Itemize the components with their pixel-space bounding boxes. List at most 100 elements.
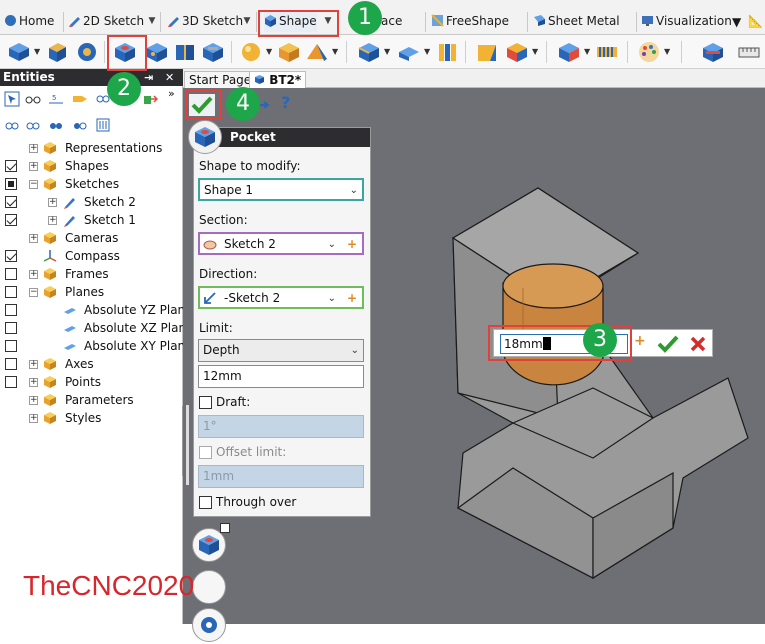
sphere-icon[interactable] (238, 39, 264, 65)
tag-icon[interactable] (72, 91, 88, 107)
dimension-icon[interactable]: 5 (48, 91, 64, 107)
tab-2d-sketch[interactable]: 2D Sketch ▼ (68, 11, 155, 32)
tab-menu-icon[interactable]: ▼ (241, 12, 253, 31)
visibility-checkbox[interactable] (5, 196, 17, 208)
visibility-checkbox[interactable] (5, 340, 17, 352)
collapse-icon[interactable]: − (29, 180, 38, 189)
draft-input[interactable]: 1° (198, 415, 364, 438)
visibility-checkbox[interactable] (5, 304, 17, 316)
expand-icon[interactable]: + (29, 270, 38, 279)
dropdown-icon[interactable]: ▼ (34, 47, 40, 56)
expand-icon[interactable]: + (29, 396, 38, 405)
depth-input[interactable]: 12mm (198, 365, 364, 388)
add-icon[interactable]: + (347, 288, 357, 309)
visibility-checkbox[interactable] (5, 322, 17, 334)
visibility-checkbox[interactable] (5, 160, 17, 172)
pocket-mode-button[interactable] (192, 528, 226, 562)
slot-icon[interactable] (200, 39, 226, 65)
visibility-checkbox[interactable] (5, 376, 17, 388)
offset-limit-checkbox[interactable] (199, 446, 212, 459)
visibility-checkbox[interactable] (5, 214, 17, 226)
collapse-icon[interactable]: − (29, 288, 38, 297)
dropdown-icon[interactable]: ▼ (664, 47, 670, 56)
box-icon[interactable] (276, 39, 302, 65)
filter-icon[interactable] (95, 117, 111, 133)
boolean-icon[interactable] (556, 39, 582, 65)
dropdown-icon[interactable]: ▼ (384, 47, 390, 56)
help-icon[interactable]: ? (281, 93, 290, 112)
dropdown-icon[interactable]: ▼ (532, 47, 538, 56)
fillet-icon[interactable] (356, 39, 382, 65)
direction-select[interactable]: -Sketch 2 ⌄ + (198, 286, 364, 309)
dropdown-icon[interactable]: ▼ (424, 47, 430, 56)
expand-icon[interactable]: + (29, 378, 38, 387)
visibility-checkbox[interactable] (5, 358, 17, 370)
plane-icon (64, 326, 76, 332)
section-select[interactable]: Sketch 2 ⌄ + (198, 232, 364, 255)
visibility-checkbox[interactable] (5, 250, 17, 262)
shape-to-modify-select[interactable]: Shape 1 ⌄ (198, 178, 364, 201)
more-tools-icon[interactable]: » (168, 87, 175, 100)
expand-icon[interactable]: + (29, 360, 38, 369)
dialog-scrollbar[interactable] (186, 405, 189, 485)
sketch-pencil-icon (64, 216, 75, 227)
mode-checkbox[interactable] (220, 523, 230, 533)
offset-limit-input[interactable]: 1mm (198, 465, 364, 488)
through-over-checkbox[interactable] (199, 496, 212, 509)
sweep-icon[interactable] (74, 39, 100, 65)
hole-icon[interactable] (144, 39, 170, 65)
hide-all-icon[interactable] (25, 117, 41, 133)
expand-icon[interactable]: + (29, 162, 38, 171)
close-icon[interactable]: ✕ (165, 69, 174, 86)
settings-button[interactable] (192, 608, 226, 642)
measure-icon[interactable] (736, 39, 762, 65)
solid-icon[interactable] (700, 39, 726, 65)
revolve-icon[interactable] (6, 39, 32, 65)
accept-check-icon[interactable] (656, 334, 680, 354)
ribbon-extra-icon[interactable]: 📐 (748, 11, 763, 32)
expand-icon[interactable]: + (48, 198, 57, 207)
tab-freeshape[interactable]: FreeShape (431, 11, 509, 32)
tab-sheet-metal[interactable]: Sheet Metal (533, 11, 620, 32)
expand-icon[interactable]: + (29, 234, 38, 243)
cancel-x-icon[interactable] (688, 334, 708, 354)
pin-icon[interactable]: ⇥ (144, 69, 153, 86)
add-icon[interactable]: + (634, 333, 646, 349)
visibility-checkbox[interactable] (5, 178, 17, 190)
shell-icon[interactable] (434, 39, 460, 65)
extrude-icon[interactable] (44, 39, 70, 65)
add-icon[interactable]: + (347, 234, 357, 255)
split-icon[interactable] (504, 39, 530, 65)
expand-icon[interactable]: + (29, 144, 38, 153)
hide-selected-icon[interactable] (72, 117, 88, 133)
show-all-icon[interactable] (4, 117, 20, 133)
export-icon[interactable] (142, 91, 158, 107)
draft-checkbox[interactable] (199, 396, 212, 409)
visibility-checkbox[interactable] (5, 268, 17, 280)
visibility-checkbox[interactable] (5, 286, 17, 298)
groove-icon[interactable] (172, 39, 198, 65)
draft-icon[interactable] (474, 39, 500, 65)
tab-home[interactable]: Home (4, 11, 54, 32)
show-selected-icon[interactable] (48, 117, 64, 133)
tab-menu-icon[interactable]: ▼ (146, 12, 158, 31)
thread-icon[interactable] (594, 39, 620, 65)
tab-surface[interactable]: ace (381, 11, 402, 32)
chamfer-icon[interactable] (396, 39, 422, 65)
expand-icon[interactable]: + (29, 414, 38, 423)
dropdown-icon[interactable]: ▼ (266, 47, 272, 56)
tab-visualization[interactable]: Visualization (641, 11, 732, 32)
dropdown-icon[interactable]: ▼ (332, 47, 338, 56)
ribbon-overflow-icon[interactable]: ▼ (732, 12, 741, 33)
glasses-icon[interactable] (25, 91, 41, 107)
tab-start-page[interactable]: Start Page (184, 71, 257, 88)
limit-select[interactable]: Depth ⌄ (198, 339, 364, 362)
secondary-mode-button[interactable] (192, 570, 226, 604)
tab-3d-sketch[interactable]: 3D Sketch ▼ (167, 11, 250, 32)
expand-icon[interactable]: + (48, 216, 57, 225)
tab-bt2[interactable]: BT2* (249, 71, 307, 88)
palette-icon[interactable] (636, 39, 662, 65)
wedge-icon[interactable] (304, 39, 330, 65)
dropdown-icon[interactable]: ▼ (584, 47, 590, 56)
select-icon[interactable] (4, 91, 20, 107)
